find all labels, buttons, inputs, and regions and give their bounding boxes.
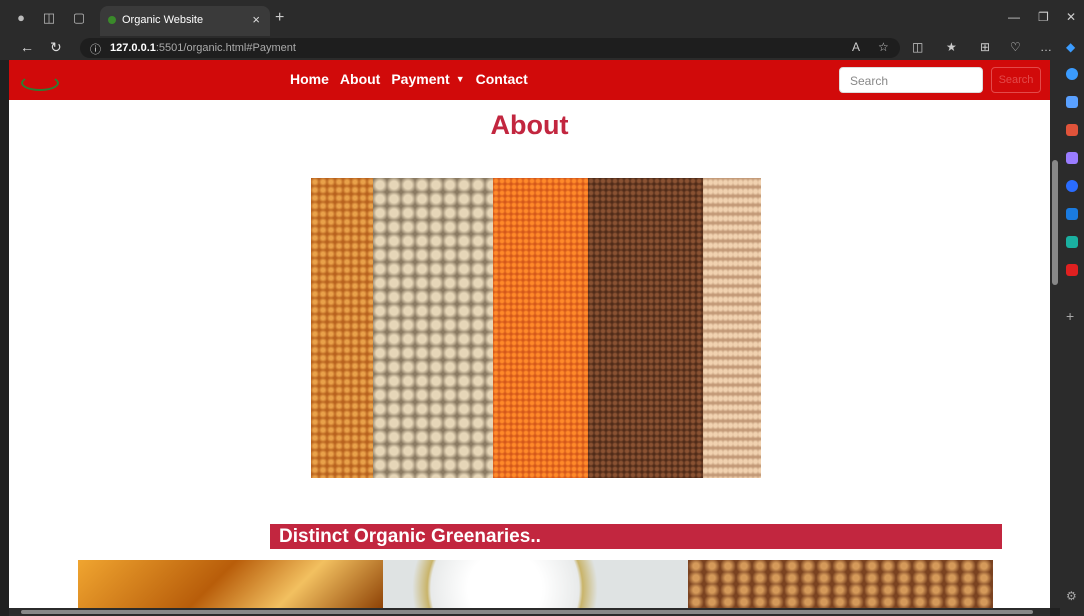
sidebar-search-icon[interactable] — [1066, 68, 1078, 80]
browser-tab-bar: ● ◫ ▢ Organic Website × + — ❐ ✕ — [0, 0, 1084, 36]
page-title: About — [490, 110, 569, 140]
sidebar-add-icon[interactable]: + — [1066, 309, 1078, 323]
horizontal-scrollbar[interactable] — [9, 608, 1050, 616]
nav-payment-dropdown[interactable]: Payment ▼ — [391, 71, 464, 87]
horizontal-scroll-thumb[interactable] — [21, 610, 1033, 614]
address-toolbar: ← ↻ ⓘ 127.0.0.1:5501/organic.html#Paymen… — [0, 36, 1084, 60]
sidebar-games-icon[interactable] — [1066, 180, 1078, 192]
restore-icon[interactable]: ❐ — [1038, 10, 1049, 24]
nav-home[interactable]: Home — [290, 71, 329, 87]
nav-links: Home About Payment ▼ Contact — [290, 71, 528, 87]
nav-payment-label: Payment — [391, 71, 450, 87]
read-aloud-icon[interactable]: A — [852, 40, 860, 54]
sidebar-tools-icon[interactable] — [1066, 124, 1078, 136]
nav-about[interactable]: About — [340, 71, 380, 87]
tab-favicon-icon — [108, 16, 116, 24]
site-navbar: Home About Payment ▼ Contact Search — [9, 60, 1050, 100]
split-screen-icon[interactable]: ◫ — [912, 40, 923, 54]
sidebar-youtube-icon[interactable] — [1066, 264, 1078, 276]
sidebar-outlook-icon[interactable] — [1066, 208, 1078, 220]
site-info-icon[interactable]: ⓘ — [90, 41, 101, 57]
tab-close-icon[interactable]: × — [252, 12, 260, 27]
site-logo[interactable] — [21, 75, 59, 91]
product-thumbnails — [78, 560, 994, 608]
tab-actions-icon[interactable]: ▢ — [72, 11, 86, 25]
address-bar[interactable]: ⓘ 127.0.0.1:5501/organic.html#Payment — [80, 38, 900, 58]
soy-image[interactable] — [383, 560, 688, 608]
sidebar-tag-icon[interactable] — [1066, 96, 1078, 108]
back-icon[interactable]: ← — [20, 39, 34, 55]
grains-image — [311, 178, 761, 478]
corn-band — [311, 178, 373, 478]
lentil-band — [493, 178, 588, 478]
more-menu-icon[interactable]: … — [1040, 40, 1052, 54]
nuts-image[interactable] — [688, 560, 993, 608]
buckwheat-band — [588, 178, 703, 478]
browser-sidebar: + ⚙ — [1060, 60, 1084, 616]
sidebar-settings-icon[interactable]: ⚙ — [1066, 590, 1078, 602]
chickpea-band — [373, 178, 493, 478]
new-tab-icon[interactable]: + — [275, 9, 284, 27]
extensions-icon[interactable]: ♡ — [1010, 40, 1021, 54]
chevron-down-icon: ▼ — [455, 74, 465, 84]
vertical-scrollbar[interactable] — [1050, 60, 1060, 608]
close-window-icon[interactable]: ✕ — [1066, 10, 1076, 24]
search-box — [839, 67, 983, 93]
page-viewport: Home About Payment ▼ Contact Search About… — [9, 60, 1050, 608]
search-input[interactable] — [848, 73, 982, 89]
tab-title: Organic Website — [122, 14, 204, 26]
refresh-icon[interactable]: ↻ — [50, 39, 62, 56]
sidebar-people-icon[interactable] — [1066, 152, 1078, 164]
search-button[interactable]: Search — [991, 67, 1041, 93]
sidebar-drop-icon[interactable] — [1066, 236, 1078, 248]
favorites-icon[interactable]: ★ — [946, 40, 957, 54]
section-heading: Distinct Organic Greenaries.. — [270, 524, 1002, 549]
browser-tab[interactable]: Organic Website × — [100, 6, 270, 36]
collections-icon[interactable]: ⊞ — [980, 40, 990, 54]
vertical-scroll-thumb[interactable] — [1052, 160, 1058, 285]
wheat-band — [703, 178, 761, 478]
nav-contact[interactable]: Contact — [476, 71, 528, 87]
minimize-icon[interactable]: — — [1008, 10, 1020, 24]
honey-image[interactable] — [78, 560, 383, 608]
favorite-star-icon[interactable]: ☆ — [878, 40, 889, 54]
profile-icon[interactable]: ● — [14, 11, 28, 25]
url-text: 127.0.0.1:5501/organic.html#Payment — [110, 42, 296, 54]
copilot-icon[interactable]: ◆ — [1066, 40, 1075, 54]
workspaces-icon[interactable]: ◫ — [42, 11, 56, 25]
